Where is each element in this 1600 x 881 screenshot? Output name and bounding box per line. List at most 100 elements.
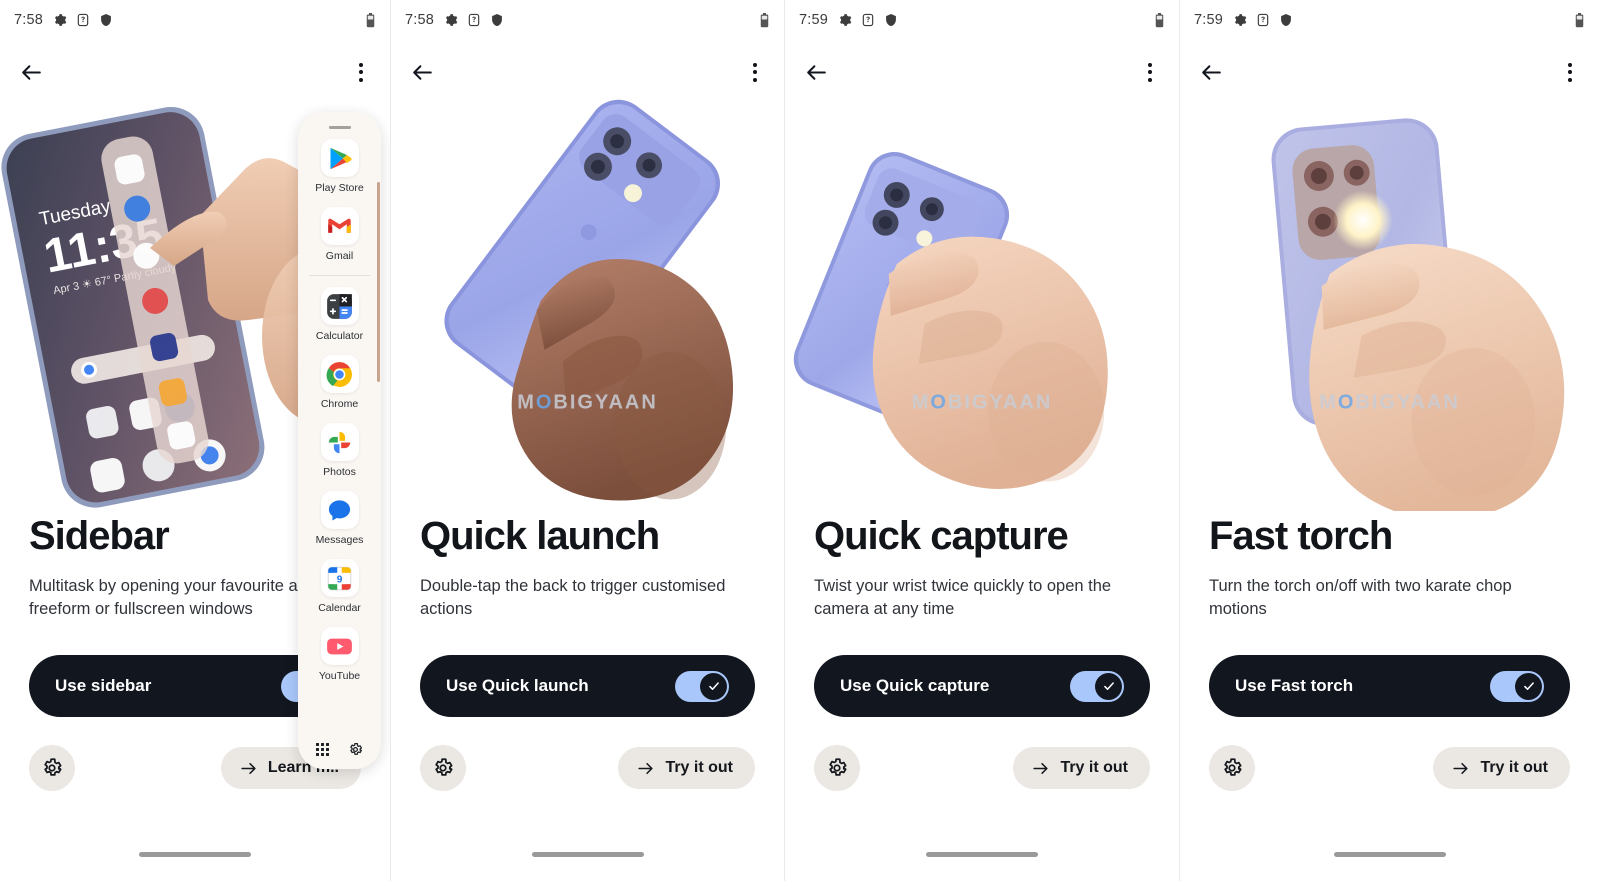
hero-illustration-quick-capture: MOBIGYAAN <box>785 96 1179 511</box>
settings-button[interactable] <box>814 745 860 791</box>
back-arrow-icon <box>1201 64 1221 80</box>
gear-icon <box>839 14 852 26</box>
overflow-menu-button[interactable] <box>740 55 770 89</box>
status-time: 7:59 <box>799 12 829 28</box>
sidebar-scrollbar[interactable] <box>376 182 380 382</box>
sidebar-footer <box>298 729 381 769</box>
page-title: Fast torch <box>1209 514 1393 558</box>
page-subtitle: Twist your wrist twice quickly to open t… <box>814 577 1112 618</box>
sidebar-app-label: YouTube <box>318 670 361 682</box>
drag-handle[interactable] <box>328 126 351 129</box>
action-label: Try it out <box>1060 759 1128 776</box>
gmail-icon <box>320 207 359 245</box>
svg-text:9: 9 <box>337 574 343 585</box>
help-box-icon <box>468 13 480 27</box>
gesture-bar[interactable] <box>926 852 1038 857</box>
action-label: Try it out <box>1480 759 1548 776</box>
gear-icon <box>44 758 62 776</box>
help-box-icon <box>1257 13 1269 27</box>
use-quick-capture-toggle-row[interactable]: Use Quick capture <box>814 655 1150 717</box>
app-bar <box>785 44 1179 100</box>
use-fast-torch-toggle-row[interactable]: Use Fast torch <box>1209 655 1570 717</box>
help-box-icon <box>77 13 89 27</box>
hero-illustration-quick-launch: MOBIGYAAN <box>391 96 784 511</box>
toggle-knob <box>700 672 727 700</box>
status-bar: 7:59 <box>785 0 1179 40</box>
gear-icon <box>1234 14 1247 26</box>
back-arrow-icon <box>412 64 432 80</box>
all-apps-grid-icon[interactable] <box>315 742 329 756</box>
gesture-bar[interactable] <box>139 852 251 857</box>
overflow-menu-button[interactable] <box>1555 55 1585 89</box>
settings-gear-icon[interactable] <box>348 742 363 757</box>
arrow-right-icon <box>638 762 654 774</box>
toggle-label: Use sidebar <box>55 676 152 695</box>
settings-button[interactable] <box>29 745 75 791</box>
try-it-out-button[interactable]: Try it out <box>1433 747 1570 789</box>
help-box-icon <box>862 13 874 27</box>
try-it-out-button[interactable]: Try it out <box>618 747 755 789</box>
photos-icon <box>320 423 359 461</box>
settings-button[interactable] <box>1209 745 1255 791</box>
battery-icon <box>760 12 769 27</box>
status-time: 7:58 <box>405 12 435 28</box>
overflow-menu-button[interactable] <box>1135 55 1165 89</box>
settings-button[interactable] <box>420 745 466 791</box>
page-subtitle: Turn the torch on/off with two karate ch… <box>1209 577 1512 618</box>
arrow-right-icon <box>1033 762 1049 774</box>
toggle-switch[interactable] <box>1070 670 1124 702</box>
action-label: Try it out <box>665 759 733 776</box>
screen-quick-capture: 7:59 MOBIGYAAN Quick capture Twist your … <box>784 0 1179 881</box>
try-it-out-button[interactable]: Try it out <box>1013 747 1150 789</box>
screen-fast-torch: 7:59 MOBIGYAAN Fast torch Turn the torch… <box>1179 0 1599 881</box>
gesture-bar[interactable] <box>1333 852 1446 857</box>
status-icons <box>444 13 504 27</box>
status-icons <box>838 13 898 27</box>
status-icons <box>53 13 113 27</box>
sidebar-app-label: Chrome <box>320 398 359 410</box>
back-button[interactable] <box>799 55 833 89</box>
status-bar: 7:59 <box>1180 0 1599 40</box>
chrome-icon <box>320 355 359 393</box>
hand-twisting-phone-graphic <box>793 152 1108 490</box>
sidebar-overlay-panel[interactable]: Play Store Gmail Calculator Chrome Photo… <box>298 112 381 769</box>
bottom-actions: Try it out <box>814 745 1150 791</box>
sidebar-app-photos[interactable]: Photos <box>298 423 381 478</box>
sidebar-app-calendar[interactable]: 9 Calendar <box>298 559 381 614</box>
sidebar-app-gmail[interactable]: Gmail <box>298 207 381 262</box>
sidebar-app-messages[interactable]: Messages <box>298 491 381 546</box>
gesture-bar[interactable] <box>531 852 644 857</box>
calendar-icon: 9 <box>320 559 359 597</box>
sidebar-app-youtube[interactable]: YouTube <box>298 627 381 682</box>
text-block: Quick launch Double-tap the back to trig… <box>391 514 784 621</box>
text-block: Quick capture Twist your wrist twice qui… <box>785 514 1179 621</box>
overflow-menu-button[interactable] <box>346 55 376 89</box>
check-icon <box>708 682 719 690</box>
sidebar-app-label: Calculator <box>315 330 364 342</box>
app-bar <box>0 44 390 100</box>
back-arrow-icon <box>21 64 41 80</box>
bottom-actions: Try it out <box>1209 745 1570 791</box>
arrow-right-icon <box>241 762 256 774</box>
back-button[interactable] <box>1194 55 1228 89</box>
sidebar-app-label: Calendar <box>318 602 361 614</box>
hand-holding-phone-graphic <box>444 99 734 501</box>
bottom-actions: Try it out <box>420 745 755 791</box>
sidebar-app-list: Play Store Gmail Calculator Chrome Photo… <box>298 139 381 699</box>
toggle-switch[interactable] <box>1490 670 1544 702</box>
back-button[interactable] <box>405 55 439 89</box>
toggle-switch[interactable] <box>675 670 729 702</box>
sidebar-app-play-store[interactable]: Play Store <box>298 139 381 194</box>
sidebar-app-chrome[interactable]: Chrome <box>298 355 381 410</box>
hero-illustration-fast-torch: MOBIGYAAN <box>1180 96 1599 511</box>
check-icon <box>1103 682 1114 690</box>
back-button[interactable] <box>14 55 48 89</box>
messages-icon <box>320 491 359 529</box>
use-quick-launch-toggle-row[interactable]: Use Quick launch <box>420 655 755 717</box>
shield-icon <box>101 14 111 27</box>
toggle-knob <box>1515 672 1542 700</box>
text-block: Fast torch Turn the torch on/off with tw… <box>1180 514 1599 621</box>
sidebar-app-label: Photos <box>323 466 356 478</box>
back-arrow-icon <box>806 64 826 80</box>
sidebar-app-calculator[interactable]: Calculator <box>298 287 381 342</box>
